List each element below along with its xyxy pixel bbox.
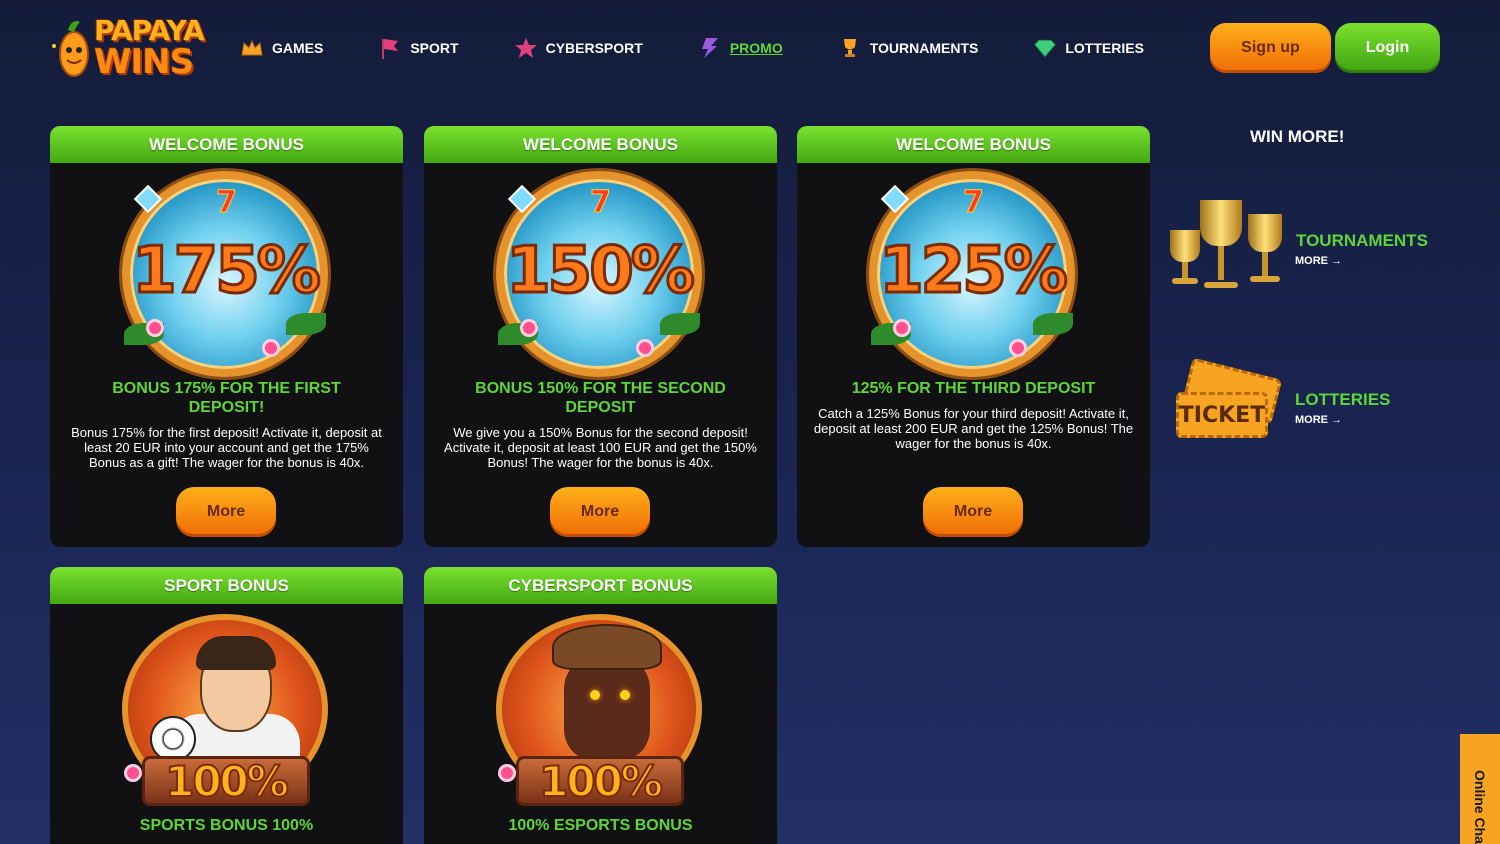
- online-chat-label: Online Chat: [1472, 770, 1488, 844]
- glowing-eye: [590, 690, 600, 700]
- card-header: WELCOME BONUS: [424, 126, 777, 163]
- nav-item-games[interactable]: GAMES: [240, 37, 323, 59]
- brand-line-2: WINS: [94, 42, 194, 82]
- main-nav: GAMES SPORT CYBERSPORT PROMO TOURNAMENTS…: [240, 30, 1199, 66]
- nav-item-promo[interactable]: PROMO: [698, 37, 783, 59]
- trophy-icon: [843, 39, 856, 57]
- more-button[interactable]: More: [923, 487, 1023, 537]
- bonus-175-artwork: 7 175%: [50, 163, 403, 377]
- lotteries-more-link[interactable]: MORE →: [1295, 414, 1342, 426]
- trophy-cups-icon[interactable]: [1168, 196, 1284, 296]
- gem-icon: [880, 184, 910, 214]
- card-title: BONUS 175% FOR THE FIRST DEPOSIT!: [112, 380, 341, 416]
- sport-bonus-artwork: 100%: [50, 604, 403, 812]
- papaya-mascot-icon: [52, 21, 89, 77]
- card-header: WELCOME BONUS: [797, 126, 1150, 163]
- card-header: WELCOME BONUS: [50, 126, 403, 163]
- percent-plaque: 100%: [516, 756, 684, 807]
- seven-icon: 7: [963, 185, 985, 221]
- flower-icon: [124, 764, 142, 782]
- flower-icon: [893, 319, 911, 337]
- ticket-front: TICKET: [1176, 392, 1268, 438]
- nav-item-cybersport[interactable]: CYBERSPORT: [514, 37, 643, 59]
- nav-label: LOTTERIES: [1065, 40, 1144, 56]
- card-description: Bonus 175% for the first deposit! Activa…: [71, 425, 382, 470]
- leaf-icon: [1033, 313, 1073, 335]
- cowboy-hat: [552, 624, 662, 670]
- medal-circle: 7 150%: [496, 171, 702, 377]
- flower-icon: [262, 339, 280, 357]
- lightning-icon: [701, 38, 718, 58]
- card-description: We give you a 150% Bonus for the second …: [444, 425, 757, 470]
- gem-icon: [133, 184, 163, 214]
- sidebar-item-lotteries[interactable]: LOTTERIES: [1295, 390, 1390, 410]
- medal-circle: 7 125%: [869, 171, 1075, 377]
- ticket-icon[interactable]: TICKET: [1172, 357, 1283, 448]
- nav-label: TOURNAMENTS: [869, 40, 979, 56]
- star-icon: [514, 38, 537, 58]
- nav-label: GAMES: [272, 40, 324, 56]
- seven-icon: 7: [216, 185, 238, 221]
- card-description: Catch a 125% Bonus for your third deposi…: [813, 406, 1134, 451]
- flower-icon: [498, 764, 516, 782]
- sidebar-item-tournaments[interactable]: TOURNAMENTS: [1296, 231, 1428, 251]
- cybersport-bonus-artwork: 100%: [424, 604, 777, 812]
- bonus-card-second-deposit: WELCOME BONUS 7 150% BONUS 150% FOR THE …: [424, 126, 777, 547]
- medal-circle: 7 175%: [122, 171, 328, 377]
- crown-icon: [241, 39, 263, 56]
- more-button[interactable]: More: [176, 487, 276, 537]
- bonus-150-artwork: 7 150%: [424, 163, 777, 377]
- signup-button[interactable]: Sign up: [1210, 23, 1331, 73]
- online-chat-tab[interactable]: Online Chat: [1460, 734, 1500, 844]
- nav-item-lotteries[interactable]: LOTTERIES: [1033, 37, 1144, 59]
- percent-plaque: 100%: [142, 756, 310, 807]
- bonus-card-third-deposit: WELCOME BONUS 7 125% 125% FOR THE THIRD …: [797, 126, 1150, 547]
- flower-icon: [1009, 339, 1027, 357]
- medal-percent: 175%: [131, 233, 323, 310]
- site-header: PAPAYA WINS GAMES SPORT CYBERSPORT PROMO…: [0, 0, 1500, 96]
- bonus-card-sport: SPORT BONUS 100% SPORTS BONUS 100%: [50, 567, 403, 844]
- card-title: 100% ESPORTS BONUS: [508, 817, 693, 834]
- cowboy-character: [564, 659, 650, 759]
- tournaments-more-link[interactable]: MORE →: [1295, 255, 1342, 267]
- medal-percent: 125%: [878, 233, 1070, 310]
- nav-label: PROMO: [729, 40, 783, 56]
- flower-icon: [636, 339, 654, 357]
- glowing-eye: [620, 690, 630, 700]
- nav-item-sport[interactable]: SPORT: [378, 37, 459, 59]
- leaf-icon: [286, 313, 326, 335]
- bonus-125-artwork: 7 125%: [797, 163, 1150, 377]
- papaya-wins-logo[interactable]: PAPAYA WINS: [50, 14, 215, 82]
- leaf-icon: [660, 313, 700, 335]
- card-header: CYBERSPORT BONUS: [424, 567, 777, 604]
- gem-icon: [507, 184, 537, 214]
- card-title: SPORTS BONUS 100%: [139, 817, 314, 834]
- medal-percent: 150%: [505, 233, 697, 310]
- player-hair: [196, 636, 276, 670]
- more-button[interactable]: More: [550, 487, 650, 537]
- win-more-title: WIN MORE!: [1250, 127, 1345, 146]
- bonus-card-cybersport: CYBERSPORT BONUS 100% 100% ESPORTS BONUS: [424, 567, 777, 844]
- seven-icon: 7: [590, 185, 612, 221]
- diamond-icon: [1034, 39, 1057, 58]
- nav-item-tournaments[interactable]: TOURNAMENTS: [838, 37, 979, 59]
- nav-label: SPORT: [410, 40, 459, 56]
- card-header: SPORT BONUS: [50, 567, 403, 604]
- nav-label: CYBERSPORT: [545, 40, 643, 56]
- flower-icon: [146, 319, 164, 337]
- login-button[interactable]: Login: [1335, 23, 1440, 73]
- card-title: 125% FOR THE THIRD DEPOSIT: [851, 380, 1096, 397]
- bonus-card-first-deposit: WELCOME BONUS 7 175% BONUS 175% FOR THE …: [50, 126, 403, 547]
- flag-icon: [382, 39, 399, 59]
- card-title: BONUS 150% FOR THE SECOND DEPOSIT: [475, 380, 726, 416]
- flower-icon: [520, 319, 538, 337]
